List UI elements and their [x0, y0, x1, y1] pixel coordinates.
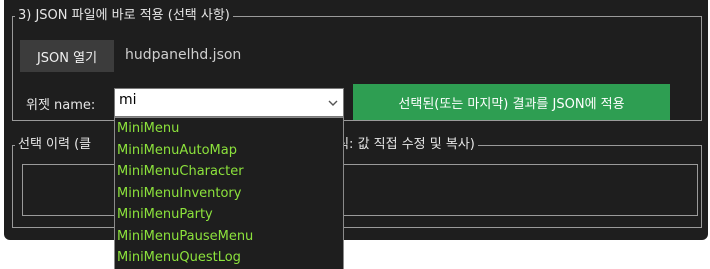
chevron-down-icon[interactable]: [327, 97, 339, 109]
dropdown-option[interactable]: MiniMenuPauseMenu: [115, 226, 343, 248]
widget-name-dropdown[interactable]: MiniMenu MiniMenuAutoMap MiniMenuCharact…: [114, 117, 344, 269]
apply-result-button[interactable]: 선택된(또는 마지막) 결과를 JSON에 적용: [353, 84, 670, 120]
dropdown-option[interactable]: MiniMenuQuestLog: [115, 247, 343, 269]
history-title-left: 선택 이력 (클: [18, 137, 92, 152]
open-json-button[interactable]: JSON 열기: [20, 40, 114, 72]
widget-name-combobox[interactable]: mi: [114, 88, 344, 117]
dropdown-option[interactable]: MiniMenuAutoMap: [115, 140, 343, 162]
loaded-filename: hudpanelhd.json: [125, 47, 242, 63]
dropdown-option[interactable]: MiniMenu: [115, 118, 343, 140]
dropdown-option[interactable]: MiniMenuParty: [115, 204, 343, 226]
widget-name-input[interactable]: mi: [119, 92, 137, 108]
widget-name-label: 위젯 name:: [26, 98, 96, 113]
history-title-right: 클릭: 값 직접 수정 및 복사): [325, 137, 475, 152]
json-apply-group-title: 3) JSON 파일에 바로 적용 (선택 사항): [18, 8, 230, 23]
dropdown-option[interactable]: MiniMenuCharacter: [115, 161, 343, 183]
dropdown-option[interactable]: MiniMenuInventory: [115, 183, 343, 205]
